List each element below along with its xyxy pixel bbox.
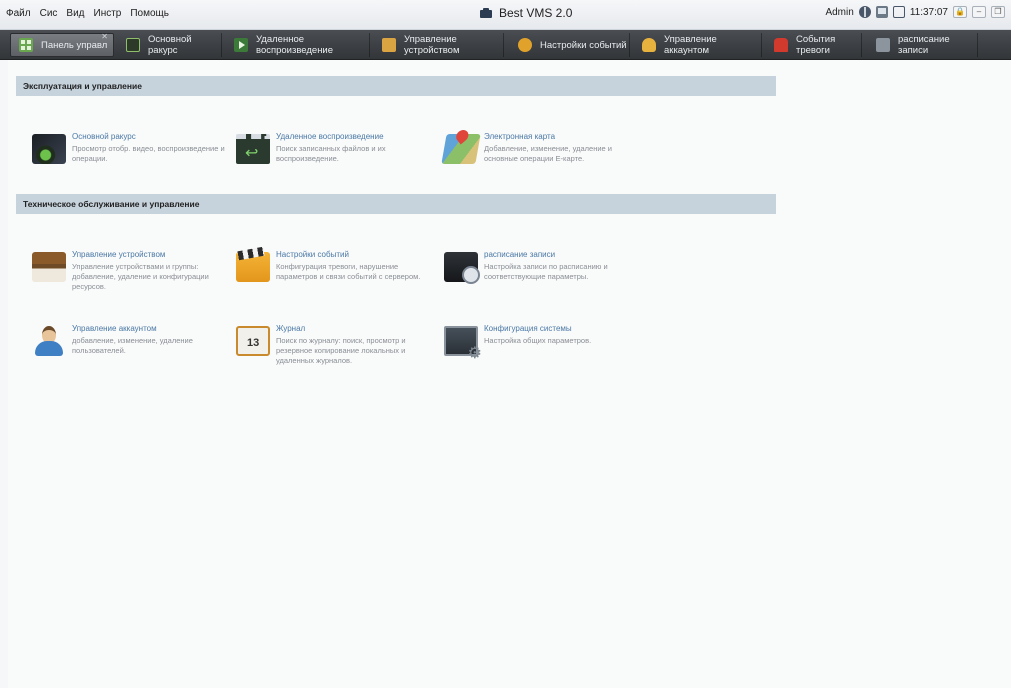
tab-label: Основной ракурс	[148, 34, 192, 56]
card-title[interactable]: Управление аккаунтом	[72, 324, 232, 333]
control-panel-content: Эксплуатация и управление Основной ракур…	[8, 60, 1011, 688]
journal-icon	[236, 326, 270, 356]
tab-label: Управление аккаунтом	[664, 34, 717, 56]
menu-bar: Файл Сис Вид Инстр Помощь	[6, 8, 169, 19]
card-description: Конфигурация тревоги, нарушение параметр…	[276, 262, 421, 281]
section-header-maintenance: Техническое обслуживание и управление	[16, 194, 776, 214]
clock-time: 11:37:07	[909, 6, 948, 18]
event-settings-icon	[236, 252, 270, 282]
current-user[interactable]: Admin	[825, 7, 853, 18]
network-icon[interactable]	[892, 6, 905, 18]
card-emap[interactable]: Электронная карта Добавление, изменение,…	[441, 132, 644, 180]
card-account-management[interactable]: Управление аккаунтом добавление, изменен…	[32, 324, 232, 372]
record-schedule-icon	[444, 252, 480, 284]
card-device-management[interactable]: Управление устройством Управление устрой…	[32, 250, 232, 298]
card-remote-playback[interactable]: Удаленное воспроизведение Поиск записанн…	[236, 132, 436, 180]
card-main-view[interactable]: Основной ракурс Просмотр отобр. видео, в…	[32, 132, 232, 180]
card-description: Поиск по журналу: поиск, просмотр и резе…	[276, 336, 406, 365]
menu-tools[interactable]: Инстр	[94, 8, 122, 19]
card-title[interactable]: Журнал	[276, 324, 436, 333]
card-title[interactable]: Настройки событий	[276, 250, 436, 259]
alarm-icon	[774, 38, 788, 52]
card-description: Добавление, изменение, удаление и основн…	[484, 144, 612, 163]
card-description: Настройка записи по расписанию и соответ…	[484, 262, 608, 281]
card-description: добавление, изменение, удаление пользова…	[72, 336, 193, 355]
app-title: Best VMS 2.0	[480, 6, 572, 20]
user-icon	[642, 38, 656, 52]
schedule-icon	[876, 38, 890, 52]
menu-view[interactable]: Вид	[66, 8, 84, 19]
tab-control-panel[interactable]: Панель управл ✕	[10, 32, 114, 57]
dashboard-icon	[19, 38, 33, 52]
card-record-schedule[interactable]: расписание записи Настройка записи по ра…	[444, 250, 644, 298]
device-icon	[382, 38, 396, 52]
card-description: Просмотр отобр. видео, воспроизведение и…	[72, 144, 225, 163]
card-title[interactable]: расписание записи	[484, 250, 644, 259]
app-title-text: Best VMS 2.0	[499, 6, 573, 20]
tab-remote-playback[interactable]: Удаленное воспроизведение	[226, 33, 370, 57]
title-bar: Файл Сис Вид Инстр Помощь Best VMS 2.0 A…	[0, 0, 1011, 30]
tab-label: Панель управл	[41, 39, 108, 51]
card-title[interactable]: Конфигурация системы	[484, 324, 644, 333]
card-title[interactable]: Основной ракурс	[72, 132, 232, 141]
playback-icon	[234, 38, 248, 52]
tab-account-management[interactable]: Управление аккаунтом	[634, 33, 762, 57]
tab-record-schedule[interactable]: расписание записи	[868, 33, 978, 57]
tab-device-management[interactable]: Управление устройством	[374, 33, 504, 57]
app-logo-icon	[480, 8, 494, 18]
lock-button[interactable]: 🔒	[953, 6, 967, 18]
tab-label: Управление устройством	[404, 34, 460, 56]
card-description: Управление устройствами и группы: добавл…	[72, 262, 209, 291]
card-title[interactable]: Управление устройством	[72, 250, 232, 259]
card-description: Поиск записанных файлов и их воспроизвед…	[276, 144, 386, 163]
system-config-icon	[444, 326, 482, 362]
main-view-icon	[32, 134, 66, 164]
monitor-icon[interactable]	[875, 6, 888, 18]
card-journal[interactable]: Журнал Поиск по журналу: поиск, просмотр…	[236, 324, 436, 372]
camera-icon	[126, 38, 140, 52]
card-description: Настройка общих параметров.	[484, 336, 592, 345]
tab-close-icon[interactable]: ✕	[101, 32, 108, 41]
card-title[interactable]: Электронная карта	[484, 132, 644, 141]
minimize-button[interactable]: –	[972, 6, 986, 18]
device-management-icon	[32, 252, 66, 282]
tab-label: Удаленное воспроизведение	[256, 34, 334, 56]
menu-file[interactable]: Файл	[6, 8, 31, 19]
tab-label: События тревоги	[796, 34, 836, 56]
tab-event-settings[interactable]: Настройки событий	[510, 33, 630, 57]
card-title[interactable]: Удаленное воспроизведение	[276, 132, 436, 141]
remote-playback-icon	[236, 134, 270, 164]
section-header-operation: Эксплуатация и управление	[16, 76, 776, 96]
tab-label: Настройки событий	[540, 39, 627, 51]
card-system-config[interactable]: Конфигурация системы Настройка общих пар…	[444, 324, 644, 372]
emap-icon	[441, 134, 481, 164]
restore-button[interactable]: ❐	[991, 6, 1005, 18]
card-event-settings[interactable]: Настройки событий Конфигурация тревоги, …	[236, 250, 436, 298]
tab-label: расписание записи	[898, 34, 950, 56]
status-area: Admin 11:37:07 🔒 – ❐	[825, 6, 1005, 18]
module-tab-bar: Панель управл ✕ Основной ракурс Удаленно…	[0, 30, 1011, 60]
globe-icon[interactable]	[858, 6, 871, 18]
menu-help[interactable]: Помощь	[130, 8, 169, 19]
event-icon	[518, 38, 532, 52]
menu-system[interactable]: Сис	[40, 8, 58, 19]
tab-alarm-events[interactable]: События тревоги	[766, 33, 862, 57]
account-icon	[32, 326, 66, 356]
tab-main-view[interactable]: Основной ракурс	[118, 33, 222, 57]
